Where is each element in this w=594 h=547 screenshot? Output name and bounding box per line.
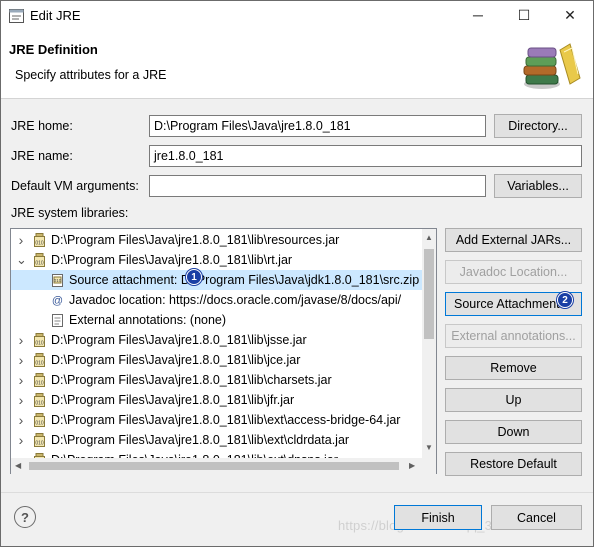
callout-badge-1: 1 (186, 269, 202, 285)
tree-row[interactable]: › 010 D:\Program Files\Java\jre1.8.0_181\l… (11, 430, 422, 450)
jar-icon: 010 (33, 333, 46, 347)
annotations-icon (51, 313, 64, 327)
tree-row-label: External annotations: (none) (69, 313, 227, 327)
tree-row[interactable]: › 010 D:\Program Files\Java\jre1.8.0_181\l… (11, 350, 422, 370)
source-attachment-icon: 010 (51, 273, 64, 287)
cancel-button[interactable]: Cancel (491, 505, 582, 530)
window-title: Edit JRE (30, 8, 81, 23)
callout-badge-2: 2 (557, 292, 573, 308)
horizontal-scrollbar[interactable]: ◀ ▶ (11, 458, 422, 474)
expand-chevron-icon[interactable]: › (16, 430, 26, 450)
jre-name-label: JRE name: (11, 149, 73, 163)
source-attachment-label: Source Attachment... (454, 297, 571, 311)
collapse-chevron-icon[interactable]: ⌄ (16, 250, 27, 270)
svg-text:010: 010 (35, 361, 44, 367)
jre-home-label: JRE home: (11, 119, 73, 133)
minimize-icon: ─ (473, 7, 483, 23)
tree-row[interactable]: › 010 D:\Program Files\Java\jre1.8.0_181\l… (11, 230, 422, 250)
jre-home-field[interactable]: D:\Program Files\Java\jre1.8.0_181 (149, 115, 486, 137)
tree-row[interactable]: › 010 D:\Program Files\Java\jre1.8.0_181\l… (11, 390, 422, 410)
expand-chevron-icon[interactable]: › (16, 410, 26, 430)
maximize-icon: ☐ (517, 6, 531, 23)
tree-row[interactable]: External annotations: (none) (11, 310, 422, 330)
tree-row-label: D:\Program Files\Java\jre1.8.0_181\lib\c… (51, 373, 332, 387)
svg-text:010: 010 (35, 241, 44, 247)
expand-chevron-icon[interactable]: › (16, 230, 26, 250)
library-books-icon (523, 43, 581, 89)
remove-button[interactable]: Remove (445, 356, 582, 380)
jar-icon: 010 (33, 253, 46, 267)
page-subtitle: Specify attributes for a JRE (15, 68, 167, 82)
libraries-label: JRE system libraries: (11, 206, 129, 220)
libraries-tree[interactable]: › 010 D:\Program Files\Java\jre1.8.0_181\l… (10, 228, 437, 474)
svg-text:@: @ (52, 295, 63, 307)
vm-args-field[interactable] (149, 175, 486, 197)
close-icon: ✕ (564, 6, 576, 23)
variables-button[interactable]: Variables... (494, 174, 582, 198)
scroll-up-icon[interactable]: ▲ (425, 233, 433, 242)
vertical-scrollbar[interactable]: ▲ ▼ (422, 229, 436, 459)
up-button[interactable]: Up (445, 388, 582, 412)
svg-text:010: 010 (35, 341, 44, 347)
scrollbar-corner (422, 459, 436, 474)
finish-button[interactable]: Finish (394, 505, 482, 530)
jar-icon: 010 (33, 373, 46, 387)
tree-row[interactable]: › 010 D:\Program Files\Java\jre1.8.0_181\l… (11, 410, 422, 430)
svg-text:010: 010 (35, 401, 44, 407)
directory-button[interactable]: Directory... (494, 114, 582, 138)
tree-row-label: Javadoc location: https://docs.oracle.co… (69, 293, 402, 307)
tree-row-label: D:\Program Files\Java\jre1.8.0_181\lib\e… (51, 433, 350, 447)
tree-row-label: D:\Program Files\Java\jre1.8.0_181\lib\j… (51, 353, 301, 367)
svg-text:010: 010 (54, 278, 62, 283)
external-annotations-button[interactable]: External annotations... (445, 324, 582, 348)
app-icon (9, 9, 24, 23)
scroll-down-icon[interactable]: ▼ (425, 443, 433, 452)
maximize-button[interactable]: ☐ (501, 0, 547, 30)
tree-row[interactable]: @ Javadoc location: https://docs.oracle.c… (11, 290, 422, 310)
close-button[interactable]: ✕ (547, 0, 593, 30)
tree-row-label: D:\Program Files\Java\jre1.8.0_181\lib\r… (51, 253, 293, 267)
scroll-thumb[interactable] (424, 249, 434, 339)
jar-icon: 010 (33, 353, 46, 367)
hscroll-thumb[interactable] (29, 462, 399, 470)
tree-row-label: D:\Program Files\Java\jre1.8.0_181\lib\j… (51, 333, 307, 347)
help-icon[interactable]: ? (14, 506, 36, 528)
tree-row-label: D:\Program Files\Java\jre1.8.0_181\lib\r… (51, 233, 340, 247)
expand-chevron-icon[interactable]: › (16, 390, 26, 410)
down-button[interactable]: Down (445, 420, 582, 444)
expand-chevron-icon[interactable]: › (16, 350, 26, 370)
javadoc-location-button[interactable]: Javadoc Location... (445, 260, 582, 284)
restore-default-button[interactable]: Restore Default (445, 452, 582, 476)
expand-chevron-icon[interactable]: › (16, 330, 26, 350)
jar-icon: 010 (33, 233, 46, 247)
jar-icon: 010 (33, 413, 46, 427)
svg-text:010: 010 (35, 261, 44, 267)
tree-row[interactable]: ⌄ 010 D:\Program Files\Java\jre1.8.0_181\l… (11, 250, 422, 270)
svg-text:010: 010 (35, 441, 44, 447)
jar-icon: 010 (33, 393, 46, 407)
tree-row-label: Source attachment: D:\Program Files\Java… (69, 273, 420, 287)
minimize-button[interactable]: ─ (455, 0, 501, 30)
scroll-left-icon[interactable]: ◀ (15, 461, 21, 470)
vm-args-label: Default VM arguments: (11, 179, 139, 193)
tree-row[interactable]: 010 Source attachment: D:\Program Files\J… (11, 270, 422, 290)
page-title: JRE Definition (9, 42, 98, 57)
jre-name-field[interactable]: jre1.8.0_181 (149, 145, 582, 167)
tree-row[interactable]: › 010 D:\Program Files\Java\jre1.8.0_181\l… (11, 370, 422, 390)
svg-text:010: 010 (35, 381, 44, 387)
scroll-right-icon[interactable]: ▶ (409, 461, 415, 470)
add-external-jars-button[interactable]: Add External JARs... (445, 228, 582, 252)
footer-separator (1, 492, 593, 493)
tree-row-label: D:\Program Files\Java\jre1.8.0_181\lib\e… (51, 413, 401, 427)
tree-row-label: D:\Program Files\Java\jre1.8.0_181\lib\j… (51, 393, 295, 407)
svg-text:010: 010 (35, 421, 44, 427)
jar-icon: 010 (33, 433, 46, 447)
javadoc-icon: @ (51, 293, 64, 307)
expand-chevron-icon[interactable]: › (16, 370, 26, 390)
tree-row[interactable]: › 010 D:\Program Files\Java\jre1.8.0_181\l… (11, 330, 422, 350)
